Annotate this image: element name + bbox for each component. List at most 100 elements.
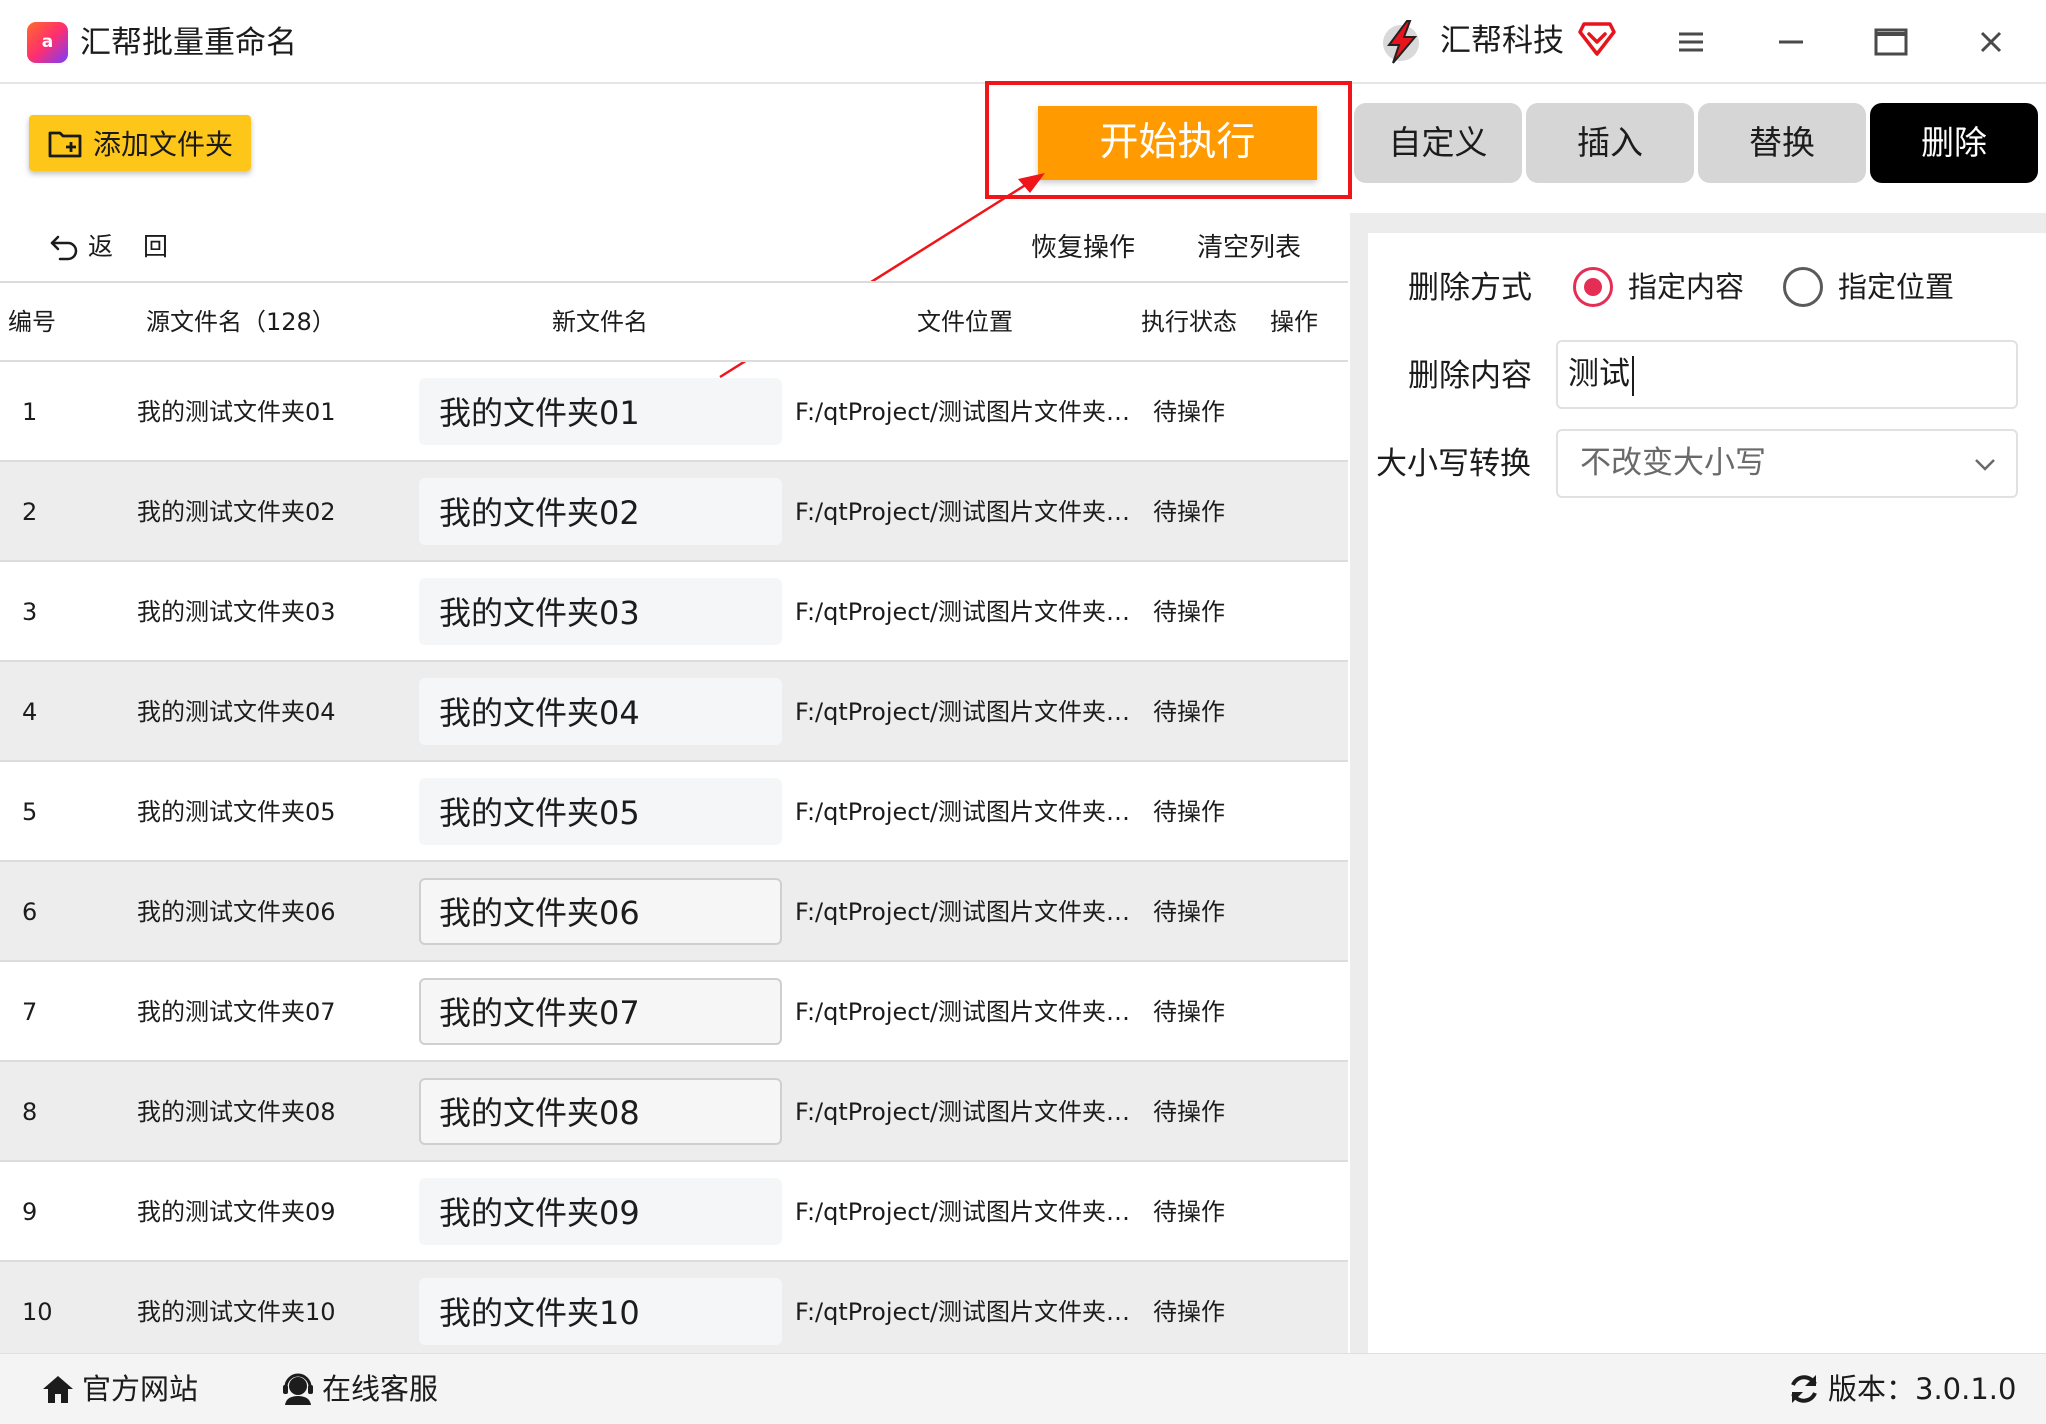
case-conversion-value: 不改变大小写 (1580, 445, 1766, 481)
trash-icon[interactable] (1277, 1098, 1307, 1128)
row-new-name-input[interactable]: 我的文件夹01 (419, 378, 782, 445)
support-link[interactable]: 在线客服 (280, 1368, 438, 1410)
clear-list-button[interactable]: 清空列表 (1197, 227, 1301, 264)
row-location: F:/qtProject/测试图片文件夹/... (795, 798, 1135, 826)
tab-delete[interactable]: 删除 (1870, 103, 2038, 183)
row-number: 10 (22, 1298, 53, 1326)
radio-specified-position[interactable] (1783, 267, 1823, 307)
row-source-name: 我的测试文件夹09 (137, 1198, 336, 1226)
trash-icon[interactable] (1277, 598, 1307, 628)
row-source-name: 我的测试文件夹08 (137, 1098, 336, 1126)
brand-logo-icon (1383, 20, 1419, 64)
row-number: 4 (22, 698, 38, 726)
row-status: 待操作 (1153, 1098, 1225, 1126)
row-status: 待操作 (1153, 498, 1225, 526)
delete-content-input[interactable]: 测试 (1556, 340, 2018, 409)
customer-service-icon (283, 1373, 313, 1405)
row-number: 8 (22, 1098, 38, 1126)
maximize-icon[interactable] (1871, 22, 1911, 62)
delete-mode-label: 删除方式 (1408, 270, 1532, 306)
header-status: 执行状态 (1141, 308, 1237, 336)
trash-icon[interactable] (1277, 498, 1307, 528)
row-new-name-input[interactable]: 我的文件夹07 (419, 978, 782, 1045)
trash-icon[interactable] (1277, 1198, 1307, 1228)
row-status: 待操作 (1153, 598, 1225, 626)
radio-specified-position-label[interactable]: 指定位置 (1838, 267, 1954, 307)
chevron-down-icon (1975, 459, 1995, 471)
vip-diamond-icon[interactable] (1578, 20, 1616, 58)
trash-icon[interactable] (1277, 898, 1307, 928)
row-number: 2 (22, 498, 38, 526)
menu-icon[interactable] (1671, 22, 1711, 62)
trash-icon[interactable] (1277, 698, 1307, 728)
version-text: 版本：3.0.1.0 (1828, 1372, 2017, 1406)
trash-icon[interactable] (1277, 998, 1307, 1028)
trash-icon[interactable] (1277, 798, 1307, 828)
tab-custom[interactable]: 自定义 (1354, 103, 1522, 183)
row-new-name-input[interactable]: 我的文件夹05 (419, 778, 782, 845)
row-new-name-input[interactable]: 我的文件夹09 (419, 1178, 782, 1245)
table-row[interactable]: 7 我的测试文件夹07 我的文件夹07 F:/qtProject/测试图片文件夹/..… (0, 962, 1348, 1062)
row-new-name-input[interactable]: 我的文件夹10 (419, 1278, 782, 1345)
add-folder-icon (48, 131, 82, 158)
home-icon (43, 1376, 73, 1403)
table-row[interactable]: 2 我的测试文件夹02 我的文件夹02 F:/qtProject/测试图片文件夹/..… (0, 462, 1348, 562)
header-num: 编号 (8, 308, 56, 336)
row-new-name-input[interactable]: 我的文件夹06 (419, 878, 782, 945)
table-row[interactable]: 8 我的测试文件夹08 我的文件夹08 F:/qtProject/测试图片文件夹/..… (0, 1062, 1348, 1162)
header-location: 文件位置 (917, 308, 1013, 336)
table-row[interactable]: 1 我的测试文件夹01 我的文件夹01 F:/qtProject/测试图片文件夹/..… (0, 362, 1348, 462)
row-new-name-input[interactable]: 我的文件夹02 (419, 478, 782, 545)
row-number: 1 (22, 398, 38, 426)
header-source-name: 源文件名（128） (146, 308, 336, 336)
row-location: F:/qtProject/测试图片文件夹/... (795, 498, 1135, 526)
row-location: F:/qtProject/测试图片文件夹/... (795, 1098, 1135, 1126)
add-folder-label: 添加文件夹 (93, 128, 234, 161)
radio-specified-content[interactable] (1573, 267, 1613, 307)
row-new-name-input[interactable]: 我的文件夹03 (419, 578, 782, 645)
tab-replace[interactable]: 替换 (1698, 103, 1866, 183)
row-status: 待操作 (1153, 998, 1225, 1026)
undo-arrow-icon (50, 235, 78, 261)
row-source-name: 我的测试文件夹06 (137, 898, 336, 926)
refresh-icon (1791, 1375, 1817, 1403)
row-source-name: 我的测试文件夹04 (137, 698, 336, 726)
table-row[interactable]: 3 我的测试文件夹03 我的文件夹03 F:/qtProject/测试图片文件夹/..… (0, 562, 1348, 662)
website-link[interactable]: 官方网站 (40, 1368, 198, 1410)
minimize-icon[interactable] (1771, 22, 1811, 62)
footer-bar: 官方网站 在线客服 版本：3.0.1.0 (0, 1353, 2046, 1424)
row-location: F:/qtProject/测试图片文件夹/... (795, 598, 1135, 626)
row-source-name: 我的测试文件夹02 (137, 498, 336, 526)
row-status: 待操作 (1153, 898, 1225, 926)
restore-button[interactable]: 恢复操作 (1031, 227, 1135, 264)
row-location: F:/qtProject/测试图片文件夹/... (795, 698, 1135, 726)
table-row[interactable]: 6 我的测试文件夹06 我的文件夹06 F:/qtProject/测试图片文件夹/..… (0, 862, 1348, 962)
header-operation: 操作 (1270, 308, 1318, 336)
row-location: F:/qtProject/测试图片文件夹/... (795, 1198, 1135, 1226)
add-folder-button[interactable]: 添加文件夹 (29, 115, 251, 171)
app-title: 汇帮批量重命名 (80, 25, 297, 61)
delete-content-value: 测试 (1568, 356, 1630, 392)
row-source-name: 我的测试文件夹07 (137, 998, 336, 1026)
row-new-name-input[interactable]: 我的文件夹04 (419, 678, 782, 745)
trash-icon[interactable] (1277, 1298, 1307, 1328)
table-row[interactable]: 5 我的测试文件夹05 我的文件夹05 F:/qtProject/测试图片文件夹/..… (0, 762, 1348, 862)
back-button[interactable]: 返回 (48, 227, 198, 263)
start-button[interactable]: 开始执行 (1038, 106, 1317, 180)
table-row[interactable]: 9 我的测试文件夹09 我的文件夹09 F:/qtProject/测试图片文件夹/..… (0, 1162, 1348, 1262)
case-conversion-select[interactable]: 不改变大小写 (1556, 429, 2018, 498)
table-row[interactable]: 10 我的测试文件夹10 我的文件夹10 F:/qtProject/测试图片文件夹/.… (0, 1262, 1348, 1362)
list-actions-bar: 返回 恢复操作 清空列表 (0, 215, 1348, 281)
radio-specified-content-label[interactable]: 指定内容 (1628, 267, 1744, 307)
row-location: F:/qtProject/测试图片文件夹/... (795, 998, 1135, 1026)
close-icon[interactable] (1971, 22, 2011, 62)
row-location: F:/qtProject/测试图片文件夹/... (795, 898, 1135, 926)
row-source-name: 我的测试文件夹05 (137, 798, 336, 826)
trash-icon[interactable] (1277, 398, 1307, 428)
row-number: 7 (22, 998, 38, 1026)
support-label: 在线客服 (322, 1372, 439, 1406)
row-number: 3 (22, 598, 38, 626)
tab-insert[interactable]: 插入 (1526, 103, 1694, 183)
table-row[interactable]: 4 我的测试文件夹04 我的文件夹04 F:/qtProject/测试图片文件夹/..… (0, 662, 1348, 762)
row-new-name-input[interactable]: 我的文件夹08 (419, 1078, 782, 1145)
